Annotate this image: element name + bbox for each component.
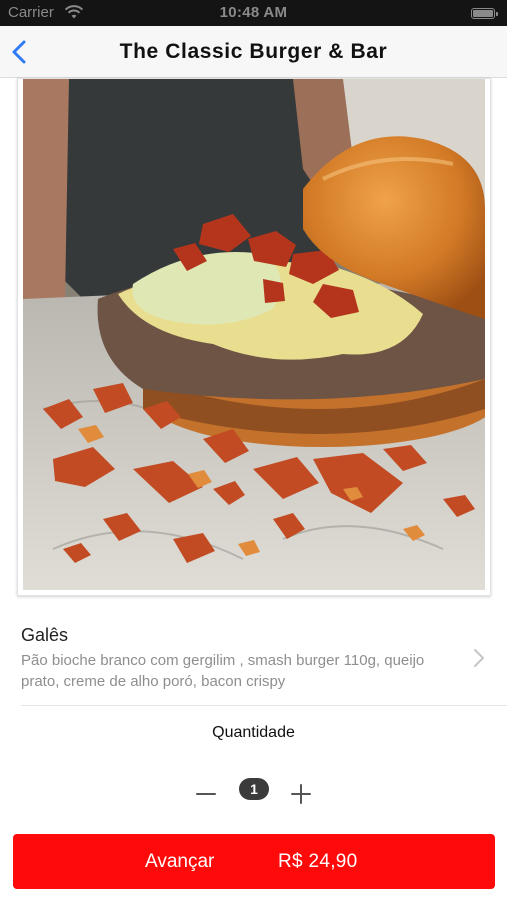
quantity-label: Quantidade bbox=[212, 724, 295, 741]
chevron-right-icon[interactable] bbox=[472, 647, 486, 669]
divider bbox=[21, 705, 507, 706]
status-bar: Carrier 10:48 AM bbox=[0, 0, 507, 26]
advance-button[interactable]: Avançar R$ 24,90 bbox=[13, 834, 495, 889]
navigation-bar: The Classic Burger & Bar bbox=[0, 26, 507, 78]
status-time: 10:48 AM bbox=[219, 4, 288, 21]
quantity-value: 1 bbox=[239, 778, 269, 800]
product-image-card bbox=[17, 78, 491, 596]
product-info[interactable]: Galês Pão bioche branco com gergilim , s… bbox=[21, 625, 461, 692]
total-price: R$ 24,90 bbox=[278, 851, 358, 872]
product-name: Galês bbox=[21, 625, 69, 645]
minus-icon[interactable] bbox=[194, 780, 218, 804]
quantity-stepper: 1 bbox=[0, 778, 507, 806]
advance-button-label: Avançar bbox=[145, 851, 215, 872]
burger-photo bbox=[23, 79, 485, 590]
product-description: Pão bioche branco com gergilim , smash b… bbox=[21, 652, 425, 690]
plus-icon[interactable] bbox=[289, 780, 313, 804]
battery-icon bbox=[471, 8, 498, 19]
page-title: The Classic Burger & Bar bbox=[119, 40, 388, 63]
